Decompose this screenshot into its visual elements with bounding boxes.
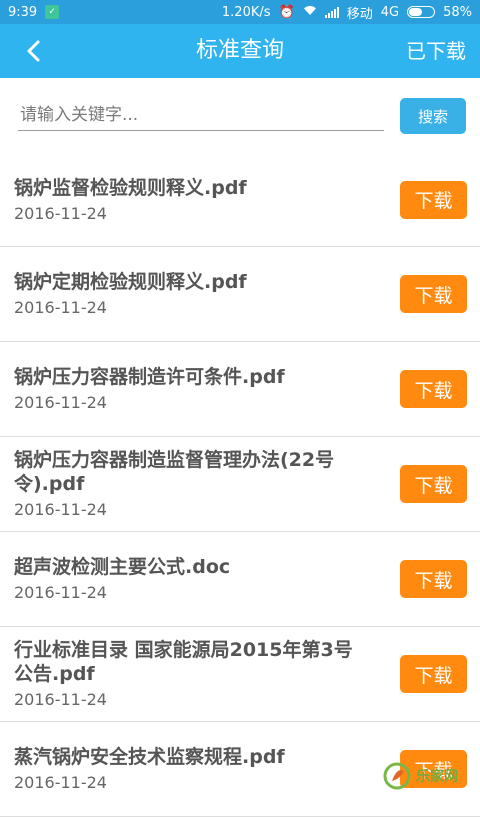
document-title: 超声波检测主要公式.doc bbox=[14, 556, 231, 578]
carrier-label: 移动 bbox=[346, 6, 373, 22]
document-list: 锅炉监督检验规则释义.pdf 2016-11-24 下载 锅炉定期检验规则释义.pdf… bbox=[0, 153, 480, 817]
watermark-text: 乐家网 bbox=[416, 769, 458, 785]
download-button[interactable]: 下载 bbox=[400, 370, 467, 408]
wifi-icon bbox=[303, 5, 317, 20]
item-text: 超声波检测主要公式.doc 2016-11-24 bbox=[14, 555, 370, 603]
list-item[interactable]: 锅炉压力容器制造许可条件.pdf 2016-11-24 下载 bbox=[0, 342, 480, 437]
document-date: 2016-11-24 bbox=[14, 583, 107, 602]
chevron-left-icon bbox=[27, 40, 40, 62]
document-date: 2016-11-24 bbox=[14, 500, 107, 519]
network-speed: 1.20K/s bbox=[221, 4, 271, 20]
document-title: 锅炉监督检验规则释义.pdf bbox=[14, 176, 247, 199]
leaf-logo-icon bbox=[383, 762, 411, 790]
list-item[interactable]: 锅炉定期检验规则释义.pdf 2016-11-24 下载 bbox=[0, 247, 480, 342]
back-button[interactable] bbox=[18, 35, 50, 67]
document-date: 2016-11-24 bbox=[14, 690, 107, 709]
document-date: 2016-11-24 bbox=[14, 203, 107, 223]
document-title: 蒸汽锅炉安全技术监察规程.pdf bbox=[14, 746, 285, 768]
list-item[interactable]: 超声波检测主要公式.doc 2016-11-24 下载 bbox=[0, 532, 480, 627]
signal-icon bbox=[324, 6, 339, 18]
item-text: 锅炉压力容器制造许可条件.pdf 2016-11-24 bbox=[14, 365, 370, 413]
status-bar: 9:39 ✓ 1.20K/s ⏰ 移动 4G 58% bbox=[0, 0, 480, 24]
document-title: 锅炉定期检验规则释义.pdf bbox=[14, 271, 247, 293]
watermark-logo: 乐家网 bbox=[382, 756, 474, 796]
battery-icon bbox=[407, 6, 436, 18]
search-button[interactable]: 搜索 bbox=[400, 98, 466, 134]
network-type: 4G bbox=[380, 4, 400, 20]
item-text: 蒸汽锅炉安全技术监察规程.pdf 2016-11-24 bbox=[14, 745, 370, 793]
document-date: 2016-11-24 bbox=[14, 773, 107, 792]
document-title: 行业标准目录 国家能源局2015年第3号公告.pdf bbox=[14, 639, 353, 685]
document-title: 锅炉压力容器制造监督管理办法(22号令).pdf bbox=[14, 449, 335, 495]
status-time: 9:39 bbox=[8, 4, 38, 20]
list-item[interactable]: 行业标准目录 国家能源局2015年第3号公告.pdf 2016-11-24 下载 bbox=[0, 627, 480, 722]
shield-icon: ✓ bbox=[45, 5, 60, 19]
battery-percent: 58% bbox=[443, 4, 472, 20]
item-text: 锅炉压力容器制造监督管理办法(22号令).pdf 2016-11-24 bbox=[14, 448, 370, 520]
search-bar: 搜索 bbox=[0, 78, 480, 158]
downloaded-button[interactable]: 已下载 bbox=[406, 24, 466, 78]
download-button[interactable]: 下载 bbox=[400, 275, 467, 313]
alarm-icon: ⏰ bbox=[278, 4, 295, 20]
download-button[interactable]: 下载 bbox=[400, 560, 467, 598]
item-text: 锅炉定期检验规则释义.pdf 2016-11-24 bbox=[14, 270, 370, 318]
download-button[interactable]: 下载 bbox=[400, 180, 467, 219]
app-header: 标准查询 已下载 bbox=[0, 24, 480, 78]
list-item[interactable]: 锅炉压力容器制造监督管理办法(22号令).pdf 2016-11-24 下载 bbox=[0, 437, 480, 532]
search-input[interactable] bbox=[18, 100, 384, 131]
document-title: 锅炉压力容器制造许可条件.pdf bbox=[14, 366, 285, 388]
document-date: 2016-11-24 bbox=[14, 298, 107, 317]
download-button[interactable]: 下载 bbox=[400, 655, 467, 693]
item-text: 行业标准目录 国家能源局2015年第3号公告.pdf 2016-11-24 bbox=[14, 638, 370, 710]
list-item[interactable]: 锅炉监督检验规则释义.pdf 2016-11-24 下载 bbox=[0, 153, 480, 247]
item-text: 锅炉监督检验规则释义.pdf 2016-11-24 bbox=[14, 176, 370, 224]
download-button[interactable]: 下载 bbox=[400, 465, 467, 503]
document-date: 2016-11-24 bbox=[14, 393, 107, 412]
